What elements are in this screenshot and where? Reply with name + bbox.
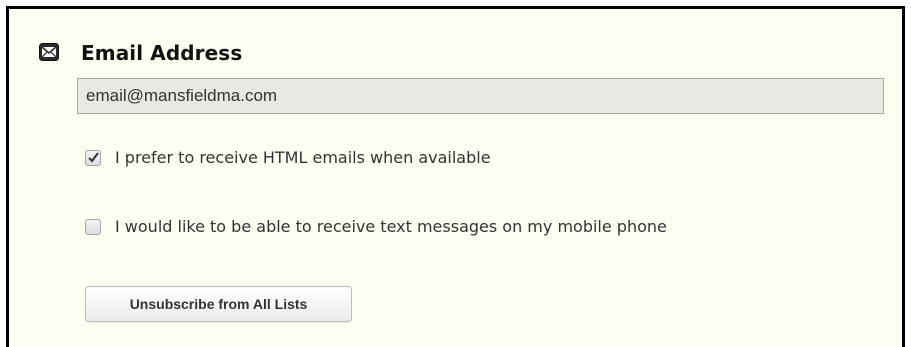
text-message-option[interactable]: I would like to be able to receive text …: [85, 217, 667, 236]
html-email-option[interactable]: I prefer to receive HTML emails when ava…: [85, 148, 491, 167]
checkmark-icon: [88, 151, 99, 163]
email-input[interactable]: [77, 78, 884, 114]
html-email-checkbox[interactable]: [85, 149, 101, 166]
text-message-checkbox[interactable]: [85, 218, 101, 235]
section-title: Email Address: [81, 41, 243, 65]
envelope-icon: [39, 43, 59, 61]
unsubscribe-all-button[interactable]: Unsubscribe from All Lists: [85, 286, 352, 322]
html-email-label: I prefer to receive HTML emails when ava…: [115, 148, 491, 167]
text-message-label: I would like to be able to receive text …: [115, 217, 667, 236]
email-settings-panel: Email Address I prefer to receive HTML e…: [6, 6, 905, 347]
